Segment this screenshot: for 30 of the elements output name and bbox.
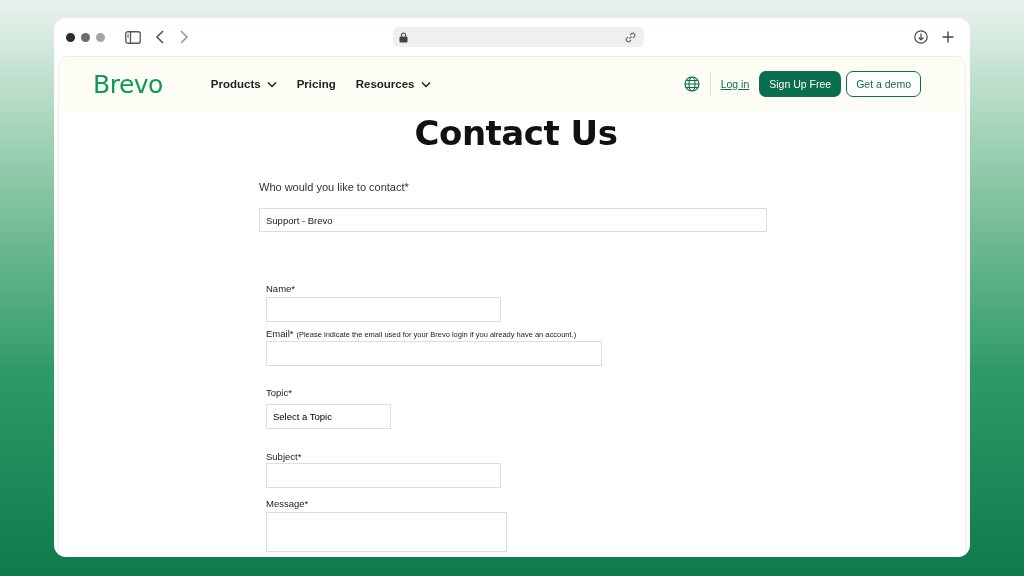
message-field[interactable] (266, 512, 507, 552)
sidebar-icon[interactable] (125, 30, 141, 44)
input-field[interactable] (266, 463, 501, 488)
brevo-logo[interactable]: Brevo (93, 69, 163, 99)
demo-button[interactable]: Get a demo (846, 71, 921, 97)
nav-link[interactable]: Resources (355, 78, 431, 90)
download-icon[interactable] (914, 30, 928, 44)
field-label: Message* (266, 498, 310, 509)
chevron-down-icon (420, 80, 431, 88)
field-label: Email* (266, 328, 294, 339)
input-field[interactable] (266, 341, 602, 366)
field-label: Topic* (266, 387, 293, 398)
chevron-down-icon (266, 80, 277, 88)
input-field[interactable] (266, 297, 501, 322)
login-link[interactable]: Log in (720, 78, 750, 90)
nav-link[interactable]: Products (210, 78, 277, 90)
forward-icon[interactable] (179, 30, 189, 44)
plus-icon[interactable] (942, 31, 954, 43)
lock-icon (399, 31, 408, 43)
sign-up-button[interactable]: Sign Up Free (759, 71, 842, 97)
field-label: Who would you like to contact* (259, 181, 410, 193)
link-icon[interactable] (625, 31, 636, 43)
back-icon[interactable] (155, 30, 165, 44)
topic-select[interactable]: Select a Topic (266, 404, 391, 429)
contact-select[interactable]: Support - Brevo (259, 208, 767, 232)
field-label: Subject* (266, 451, 303, 462)
nav-link[interactable]: Pricing (296, 78, 336, 90)
globe-icon[interactable] (683, 76, 700, 92)
page-title: Contact Us (413, 113, 618, 153)
field-label: Name* (266, 283, 297, 294)
